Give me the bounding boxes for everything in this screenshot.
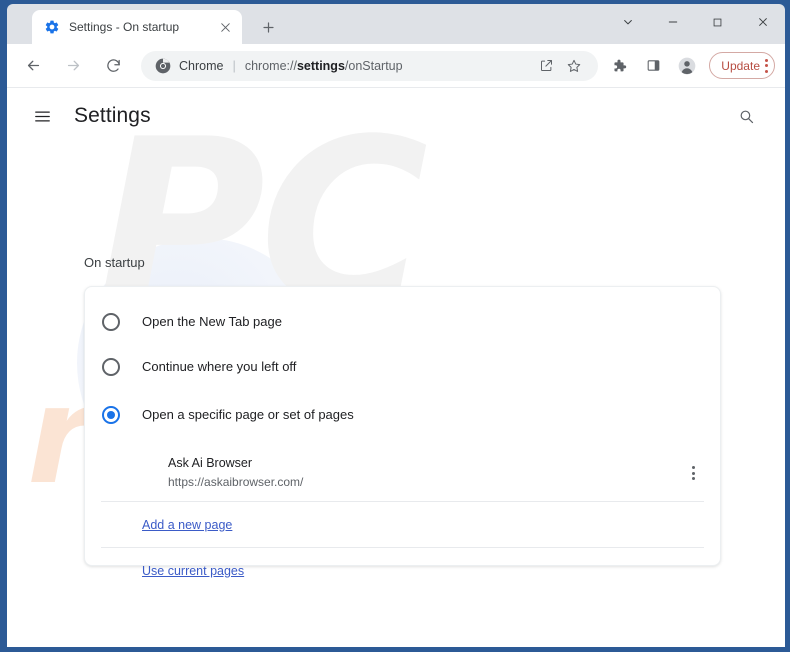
new-tab-button[interactable]	[254, 13, 282, 41]
radio-button[interactable]	[102, 312, 120, 331]
add-a-new-page-link[interactable]: Add a new page	[142, 518, 232, 532]
maximize-icon[interactable]	[695, 5, 740, 39]
startup-page-url: https://askaibrowser.com/	[168, 475, 304, 489]
tab-title: Settings - On startup	[69, 20, 180, 34]
extensions-puzzle-icon[interactable]	[605, 52, 633, 80]
omnibox-separator: |	[232, 58, 236, 73]
use-current-pages-row[interactable]: Use current pages	[85, 548, 720, 593]
url-bold-segment: settings	[296, 58, 345, 73]
section-label: On startup	[84, 255, 145, 270]
share-icon[interactable]	[534, 54, 558, 78]
omnibox-actions	[530, 54, 586, 78]
window-controls	[605, 4, 785, 40]
reload-button[interactable]	[98, 51, 128, 81]
on-startup-card: Open the New Tab page Continue where you…	[84, 286, 721, 578]
bookmark-star-icon[interactable]	[562, 54, 586, 78]
radio-button[interactable]	[102, 357, 120, 376]
settings-header: Settings	[7, 88, 785, 144]
url-prefix: chrome://	[244, 58, 297, 73]
update-button-label: Update	[721, 58, 760, 73]
more-vert-icon[interactable]	[765, 58, 768, 73]
startup-page-title: Ask Ai Browser	[168, 456, 253, 470]
more-vert-icon[interactable]	[680, 460, 706, 486]
browser-window: Settings - On startup Chrome | chrome://…	[0, 0, 790, 652]
browser-toolbar: Chrome | chrome://settings/onStartup Upd…	[7, 44, 785, 88]
omnibox-url-text: chrome://settings/onStartup	[245, 59, 403, 73]
radio-option-continue-where-left-off[interactable]: Continue where you left off	[85, 344, 720, 389]
address-bar[interactable]: Chrome | chrome://settings/onStartup	[141, 50, 599, 81]
side-panel-icon[interactable]	[639, 52, 667, 80]
add-a-new-page-row[interactable]: Add a new page	[85, 502, 720, 547]
update-button[interactable]: Update	[709, 52, 775, 79]
forward-button[interactable]	[58, 51, 88, 81]
use-current-pages-link[interactable]: Use current pages	[142, 564, 244, 578]
close-icon[interactable]	[216, 18, 234, 36]
close-window-icon[interactable]	[740, 5, 785, 39]
radio-option-label: Continue where you left off	[142, 359, 297, 374]
gear-icon	[44, 19, 60, 35]
page-title: Settings	[74, 104, 151, 127]
radio-option-label: Open the New Tab page	[142, 314, 282, 329]
avatar-icon[interactable]	[673, 52, 701, 80]
browser-tab[interactable]: Settings - On startup	[32, 10, 242, 44]
chrome-icon	[155, 58, 171, 74]
back-button[interactable]	[18, 51, 48, 81]
tab-strip: Settings - On startup	[7, 4, 785, 44]
url-suffix: /onStartup	[344, 58, 403, 73]
tab-search-chevron-down-icon[interactable]	[605, 5, 650, 39]
search-icon[interactable]	[731, 101, 761, 131]
minimize-icon[interactable]	[650, 5, 695, 39]
radio-option-new-tab-page[interactable]: Open the New Tab page	[85, 299, 720, 344]
startup-page-row: Ask Ai Browser https://askaibrowser.com/	[85, 445, 720, 501]
radio-option-label: Open a specific page or set of pages	[142, 407, 354, 422]
startup-page-texts: Ask Ai Browser https://askaibrowser.com/	[168, 455, 680, 491]
radio-option-specific-pages[interactable]: Open a specific page or set of pages	[85, 392, 720, 437]
radio-button-selected[interactable]	[102, 405, 120, 424]
hamburger-icon[interactable]	[27, 101, 57, 131]
omnibox-scheme-label: Chrome	[179, 58, 224, 73]
settings-page: PC risk.com Settings On startup Open the…	[7, 88, 785, 647]
